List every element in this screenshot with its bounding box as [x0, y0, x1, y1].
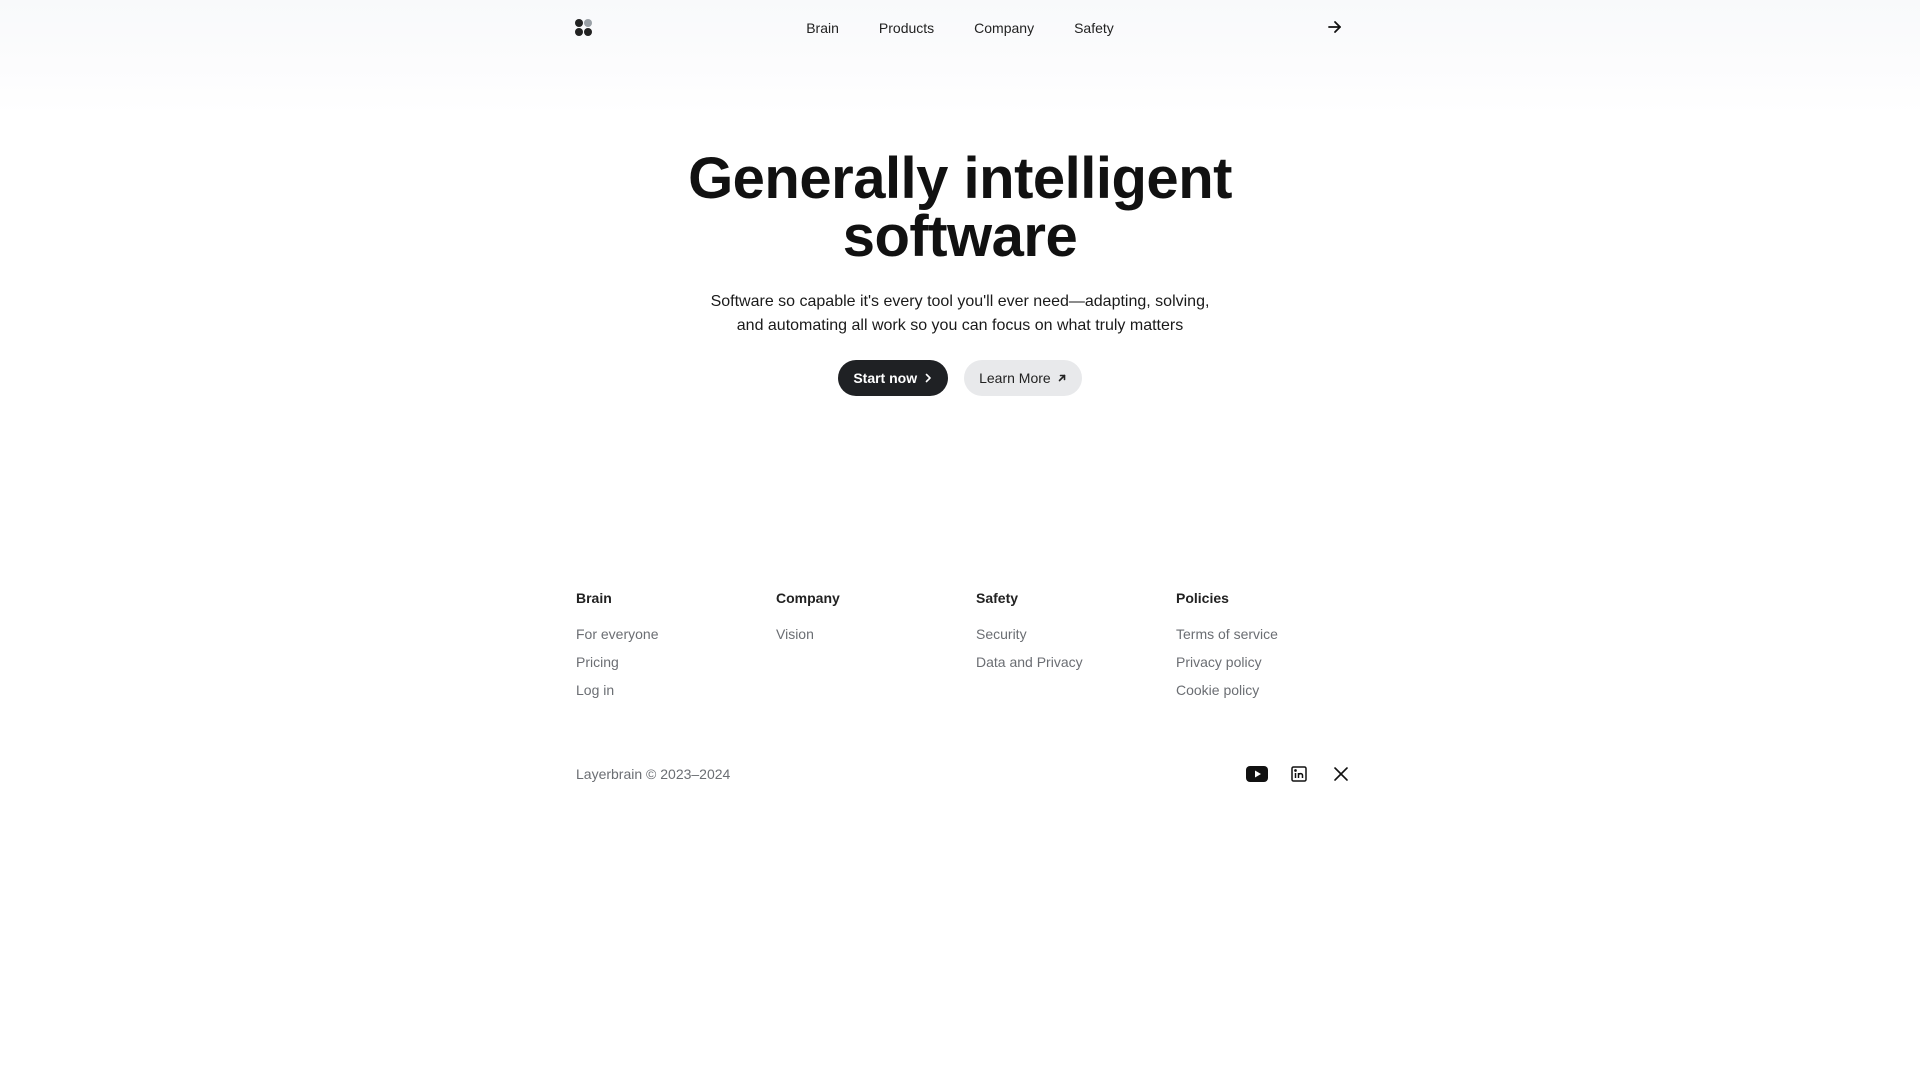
- hero-subtitle: Software so capable it's every tool you'…: [0, 290, 1920, 338]
- hero-subtitle-line: and automating all work so you can focus…: [736, 317, 1184, 334]
- hero-subtitle-line: Software so capable it's every tool you'…: [710, 293, 1210, 310]
- footer-column-title: Policies: [1176, 590, 1229, 606]
- nav-item-safety[interactable]: Safety: [1054, 18, 1134, 38]
- arrow-right-icon[interactable]: [1325, 17, 1345, 37]
- footer-column-company: Company Vision: [776, 589, 966, 653]
- start-now-button[interactable]: Start now: [838, 360, 949, 396]
- footer-link-terms-of-service[interactable]: Terms of service: [1176, 625, 1366, 643]
- chevron-right-icon: [925, 373, 931, 383]
- footer-column-title: Brain: [576, 590, 612, 606]
- linkedin-icon[interactable]: [1288, 764, 1310, 784]
- hero-title-line: Generally intelligent: [688, 146, 1232, 211]
- nav-item-products[interactable]: Products: [859, 18, 954, 38]
- footer-link-privacy-policy[interactable]: Privacy policy: [1176, 653, 1366, 671]
- footer-column-policies: Policies Terms of service Privacy policy…: [1176, 589, 1366, 709]
- footer-column-brain: Brain For everyone Pricing Log in: [576, 589, 766, 709]
- learn-more-button[interactable]: Learn More: [964, 360, 1082, 396]
- footer-column-safety: Safety Security Data and Privacy: [976, 589, 1166, 681]
- footer-link-data-and-privacy[interactable]: Data and Privacy: [976, 653, 1166, 671]
- hero-title-line: software: [842, 204, 1078, 269]
- main-nav: Brain Products Company Safety: [0, 18, 1920, 38]
- copyright-text: Layerbrain © 2023–2024: [576, 766, 731, 782]
- arrow-up-right-icon: [1058, 374, 1065, 382]
- footer-link-cookie-policy[interactable]: Cookie policy: [1176, 681, 1366, 699]
- footer-column-title: Company: [776, 590, 840, 606]
- main-nav-items: Brain Products Company Safety: [786, 18, 1134, 38]
- footer-link-pricing[interactable]: Pricing: [576, 653, 766, 671]
- hero-actions: Start now Learn More: [0, 360, 1920, 396]
- x-icon[interactable]: [1330, 764, 1352, 784]
- footer-link-log-in[interactable]: Log in: [576, 681, 766, 699]
- footer-link-vision[interactable]: Vision: [776, 625, 966, 643]
- header-fade: [0, 66, 1920, 114]
- footer-link-security[interactable]: Security: [976, 625, 1166, 643]
- start-now-label: Start now: [853, 370, 918, 386]
- learn-more-label: Learn More: [979, 370, 1051, 386]
- hero-title: Generally intelligent software: [0, 150, 1920, 266]
- nav-item-brain[interactable]: Brain: [786, 18, 859, 38]
- footer-column-title: Safety: [976, 590, 1019, 606]
- footer-link-for-everyone[interactable]: For everyone: [576, 625, 766, 643]
- nav-item-company[interactable]: Company: [954, 18, 1054, 38]
- social-links: [1246, 764, 1352, 784]
- youtube-icon[interactable]: [1246, 764, 1268, 784]
